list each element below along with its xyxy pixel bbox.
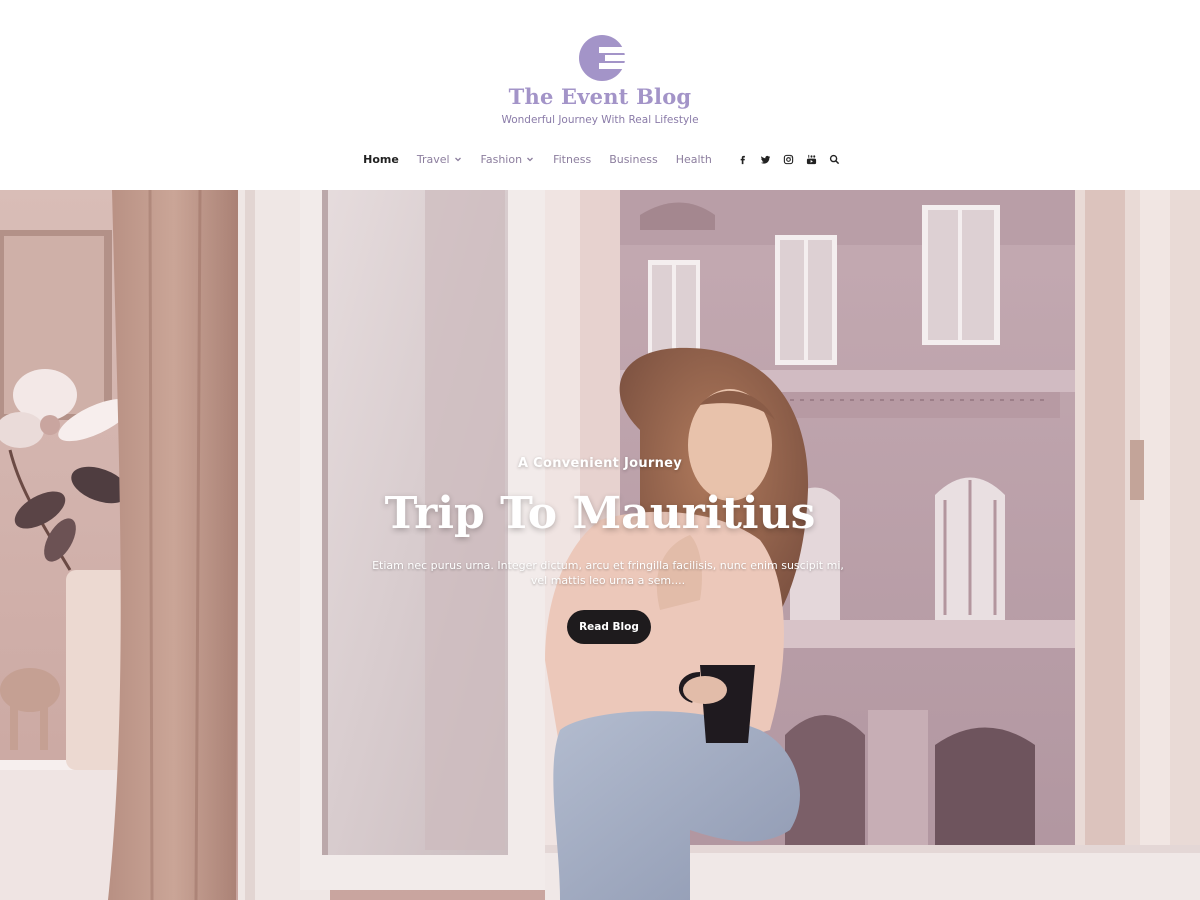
nav-item-label: Fashion xyxy=(480,152,523,166)
hero-background-image xyxy=(0,190,1200,900)
hero-category-label: A Convenient Journey xyxy=(517,456,683,471)
twitter-icon[interactable] xyxy=(759,153,771,165)
hero-slider: A Convenient Journey Trip To Mauritius E… xyxy=(0,190,1200,900)
nav-item-health[interactable]: Health xyxy=(676,153,712,166)
search-icon[interactable] xyxy=(828,153,840,165)
nav-item-fashion[interactable]: Fashion xyxy=(481,153,536,166)
nav-item-label: Home xyxy=(363,152,399,166)
hero-post-excerpt: Etiam nec purus urna. Integer dictum, ar… xyxy=(372,559,844,587)
hero-post-title[interactable]: Trip To Mauritius xyxy=(0,488,1200,539)
social-links xyxy=(731,153,846,165)
site-title[interactable]: The Event Blog xyxy=(0,84,1200,109)
read-blog-button[interactable]: Read Blog xyxy=(567,610,651,644)
site-header: The Event Blog Wonderful Journey With Re… xyxy=(0,0,1200,190)
chevron-down-icon xyxy=(527,157,534,162)
nav-item-label: Health xyxy=(675,152,712,166)
nav-item-travel[interactable]: Travel xyxy=(417,153,463,166)
nav-item-label: Business xyxy=(609,152,658,166)
nav-item-label: Fitness xyxy=(553,152,592,166)
nav-item-home[interactable]: Home xyxy=(363,153,399,166)
chevron-down-icon xyxy=(454,157,461,162)
main-navigation: Home Travel Fashion Fitness Business Hea… xyxy=(0,150,1200,168)
nav-item-label: Travel xyxy=(416,152,450,166)
letter-e-logo-icon[interactable] xyxy=(579,35,625,81)
nav-item-fitness[interactable]: Fitness xyxy=(553,153,591,166)
instagram-icon[interactable] xyxy=(782,153,794,165)
youtube-icon[interactable] xyxy=(805,153,817,165)
facebook-icon[interactable] xyxy=(736,153,748,165)
nav-item-business[interactable]: Business xyxy=(609,153,658,166)
site-tagline: Wonderful Journey With Real Lifestyle xyxy=(501,114,699,126)
